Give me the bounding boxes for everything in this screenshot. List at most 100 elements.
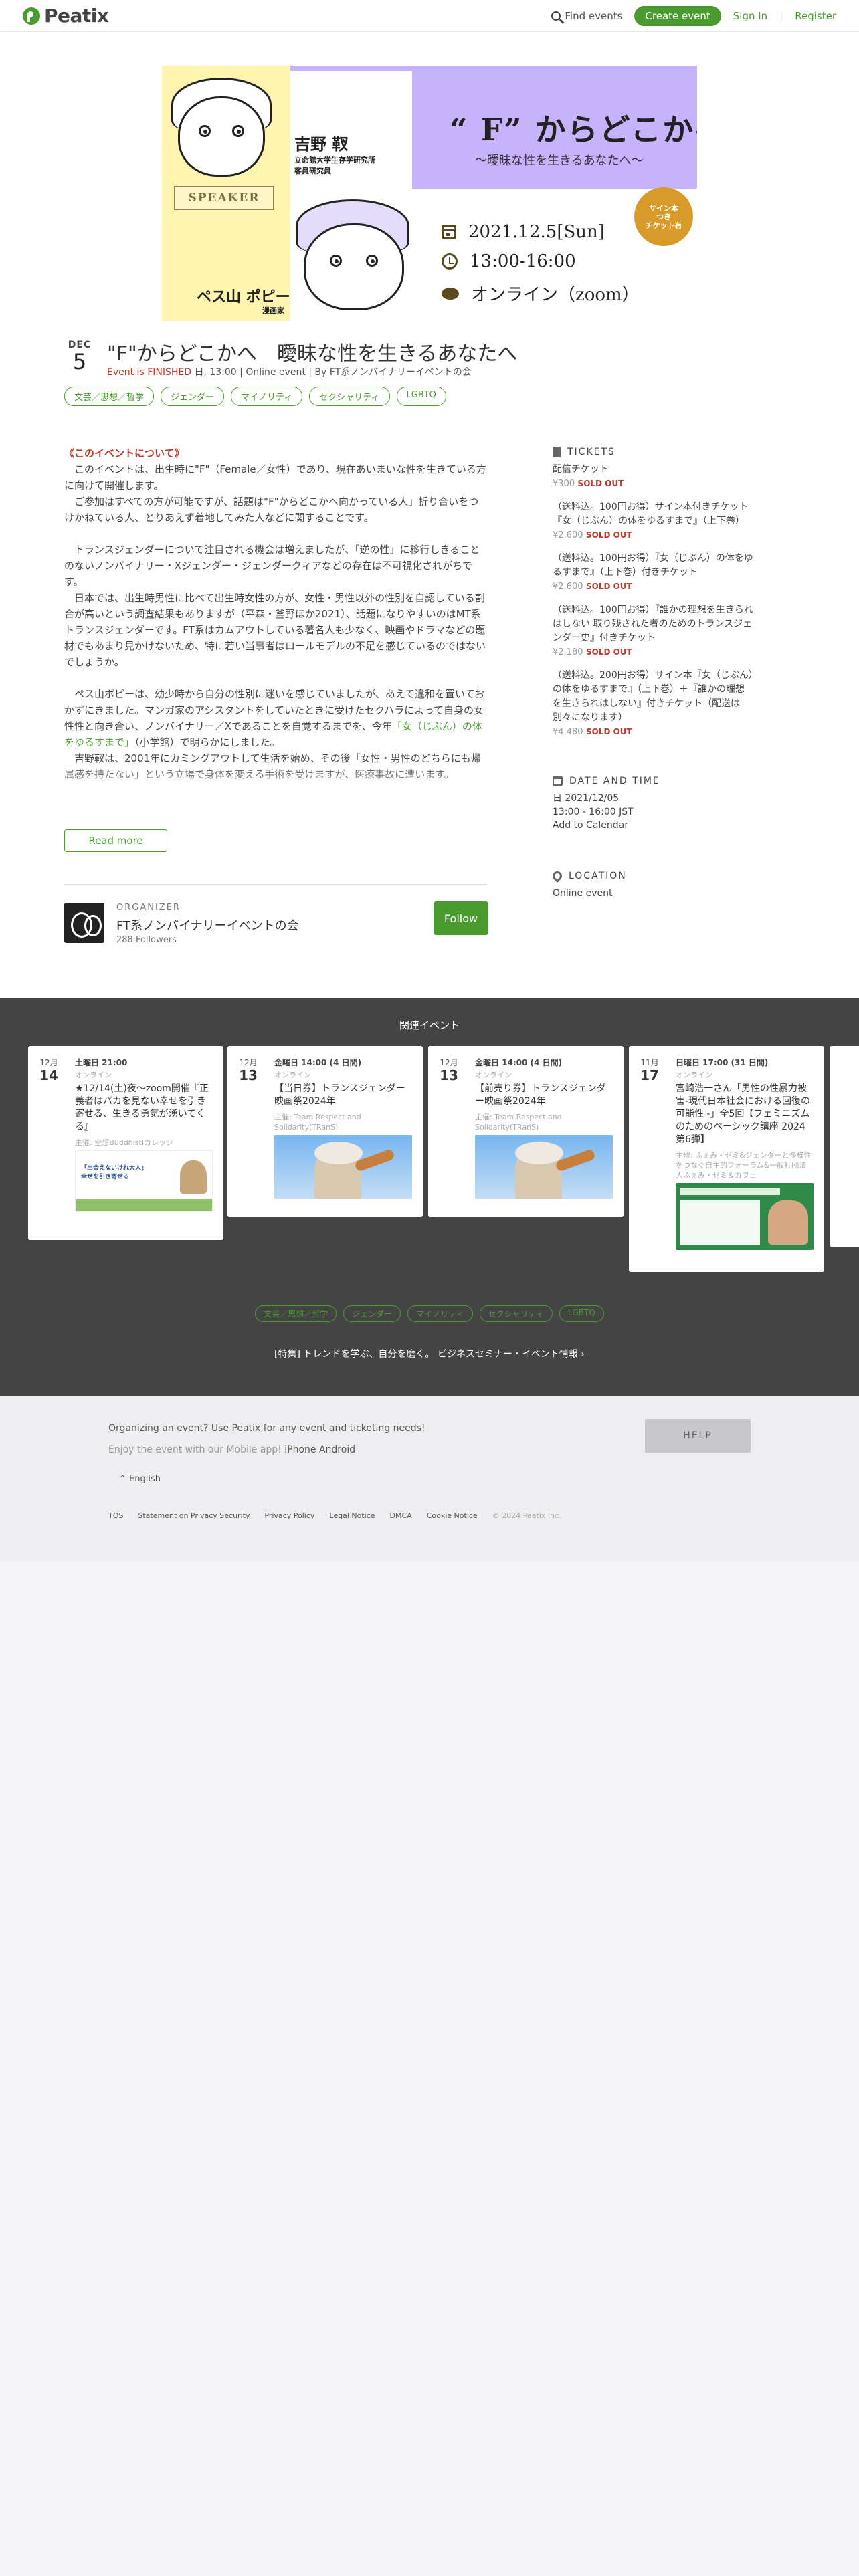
hero-info: 2021.12.5[Sun] 13:00-16:00 オンライン（zoom） — [442, 222, 640, 306]
footer-link[interactable]: Statement on Privacy Security — [138, 1511, 250, 1520]
footer: Organizing an event? Use Peatix for any … — [0, 1396, 859, 1561]
ticket-item: （送料込。200円お得）サイン本『女（じぶん）の体をゆるすまで』（上下巻）＋『誰… — [553, 669, 753, 739]
related-event-card[interactable]: 12月 13 金曜日 14:00 (4 日間) オンライン 【前売り券】トランス… — [428, 1046, 624, 1217]
poster-title-bar — [680, 1188, 780, 1195]
organizer-avatar[interactable] — [64, 903, 104, 943]
footer-link[interactable]: Cookie Notice — [427, 1511, 478, 1520]
tag-link[interactable]: マイノリティ — [407, 1305, 473, 1322]
description-paragraph: ご参加はすべての方が可能ですが、話題は"F"からどこかへ向かっている人」折り合い… — [64, 496, 479, 524]
speaker-affiliation: 立命館大学生存学研究所 客員研究員 — [294, 155, 375, 177]
ticket-name: （送料込。100円お得）『誰かの理想を生きられはしない 取り残された者のためのト… — [553, 605, 753, 643]
calendar-icon — [553, 776, 563, 786]
location-pin-icon — [551, 869, 564, 883]
event-time-line: 13:00 - 16:00 JST — [553, 807, 634, 817]
card-where: オンライン — [274, 1071, 311, 1079]
hero-time-row: 13:00-16:00 — [442, 251, 640, 272]
tag-link[interactable]: 文芸／思想／哲学 — [64, 387, 155, 406]
tag-link[interactable]: セクシャリティ — [309, 387, 390, 406]
tag-link[interactable]: LGBTQ — [559, 1305, 604, 1322]
clock-icon — [442, 253, 458, 270]
card-title: 【当日券】トランスジェンダー映画祭2024年 — [274, 1083, 405, 1107]
poster-person — [768, 1200, 808, 1245]
footer-link[interactable]: Legal Notice — [329, 1511, 375, 1520]
ticket-item: （送料込。100円お得）『女（じぶん）の体をゆるすまで』（上下巻）付きチケット … — [553, 552, 753, 594]
ticket-name: （送料込。100円お得）サイン本付きチケット『女（じぶん）の体をゆるすまで』（上… — [553, 502, 749, 526]
ticket-price: ¥4,480 — [553, 727, 583, 737]
footer-link[interactable]: TOS — [108, 1511, 123, 1520]
organizer-label: ORGANIZER — [116, 903, 181, 913]
ticket-status: SOLD OUT — [585, 530, 632, 540]
ticket-item: （送料込。100円お得）『誰かの理想を生きられはしない 取り残された者のためのト… — [553, 603, 753, 659]
speaker-affiliation-line: 客員研究員 — [294, 167, 331, 175]
thumbnail-person — [180, 1160, 207, 1194]
create-event-button[interactable]: Create event — [634, 6, 721, 26]
speaker-face-illustration — [178, 96, 265, 177]
card-month: 12月 — [239, 1058, 258, 1067]
carousel-edge-card — [830, 1046, 859, 1247]
ticket-icon — [553, 447, 561, 457]
event-cover-image: “ F” からどこかへ 〜曖昧な性を生きるあなたへ〜 吉野 靫 立命館大学生存学… — [162, 66, 697, 321]
description-paragraph: 日本では、出生時男性に比べて出生時女性の方が、女性・男性以外の性別を自認している… — [64, 592, 486, 668]
event-day: 5 — [72, 349, 87, 374]
related-event-card[interactable]: 12月 14 土曜日 21:00 オンライン ★12/14(土)夜～zoom開催… — [28, 1046, 223, 1240]
card-when: 土曜日 21:00 — [75, 1058, 128, 1067]
card-where: オンライン — [475, 1071, 512, 1079]
read-more-button[interactable]: Read more — [64, 829, 167, 852]
android-app-link[interactable]: Android — [319, 1444, 355, 1455]
location-value: Online event — [553, 888, 613, 899]
tag-link[interactable]: LGBTQ — [396, 387, 446, 406]
tag-link[interactable]: ジェンダー — [343, 1305, 401, 1322]
find-events-label: Find events — [565, 10, 623, 22]
register-link[interactable]: Register — [795, 10, 836, 22]
event-meta: Event is FINISHED 日, 13:00 | Online even… — [107, 365, 472, 379]
chevron-right-icon: › — [581, 1349, 585, 1360]
card-title: 宮崎浩一さん「男性の性暴力被害-現代日本社会における回復の可能性 -」全5回【フ… — [676, 1083, 811, 1145]
language-selector[interactable]: ⌃ English — [119, 1474, 161, 1484]
footer-link[interactable]: Privacy Policy — [264, 1511, 314, 1520]
tag-link[interactable]: ジェンダー — [161, 387, 225, 406]
ticket-status: SOLD OUT — [577, 479, 624, 488]
card-thumbnail — [676, 1183, 814, 1250]
organizer-name[interactable]: FT系ノンバイナリーイベントの会 — [116, 916, 299, 934]
nav-separator: | — [779, 10, 783, 22]
hero-time: 13:00-16:00 — [470, 251, 576, 272]
card-date: 12月 13 — [439, 1057, 459, 1083]
cloud-icon — [442, 287, 459, 300]
event-meta-text: 日, 13:00 | Online event | By FT系ノンバイナリーイ… — [191, 367, 472, 378]
host-eye-right — [366, 255, 378, 267]
card-title: 【前売り券】トランスジェンダー映画祭2024年 — [475, 1083, 606, 1107]
card-where: オンライン — [75, 1071, 112, 1079]
ticket-item: 配信チケット ¥300 SOLD OUT — [553, 463, 753, 491]
help-button[interactable]: HELP — [645, 1419, 751, 1453]
follow-button[interactable]: Follow — [434, 901, 488, 935]
ticket-price: ¥300 — [553, 479, 575, 489]
tickets-heading-label: TICKETS — [567, 447, 615, 457]
host-face-illustration — [304, 223, 404, 310]
ticket-price: ¥2,180 — [553, 647, 583, 657]
iphone-app-link[interactable]: iPhone — [284, 1444, 316, 1455]
tag-link[interactable]: マイノリティ — [231, 387, 303, 406]
special-feature-link[interactable]: [特集] トレンドを学ぶ、自分を磨く。 ビジネスセミナー・イベント情報 › — [0, 1347, 859, 1360]
event-status: Event is FINISHED — [107, 367, 192, 378]
card-date: 12月 13 — [238, 1057, 258, 1083]
copyright: © 2024 Peatix Inc. — [492, 1511, 561, 1520]
host-role: 漫画家 — [262, 306, 284, 315]
hero-date: 2021.12.5[Sun] — [468, 222, 605, 242]
sign-in-link[interactable]: Sign In — [733, 10, 767, 22]
hero-place: オンライン（zoom） — [471, 285, 640, 305]
related-event-card[interactable]: 12月 13 金曜日 14:00 (4 日間) オンライン 【当日券】トランスジ… — [227, 1046, 423, 1217]
card-day: 17 — [640, 1067, 659, 1083]
special-feature-label: [特集] トレンドを学ぶ、自分を磨く。 ビジネスセミナー・イベント情報 — [274, 1349, 578, 1360]
peatix-logo[interactable]: Peatix — [23, 5, 109, 27]
location-heading: LOCATION — [551, 869, 753, 883]
related-event-card[interactable]: 11月 17 日曜日 17:00 (31 日間) オンライン 宮崎浩一さん「男性… — [629, 1046, 824, 1272]
footer-link[interactable]: DMCA — [390, 1511, 412, 1520]
add-to-calendar-link[interactable]: Add to Calendar — [553, 819, 753, 832]
tag-link[interactable]: 文芸／思想／哲学 — [255, 1305, 337, 1322]
find-events-link[interactable]: Find events — [551, 10, 622, 22]
card-month: 12月 — [440, 1058, 458, 1067]
host-name: ペス山 ポピー — [197, 288, 290, 306]
tag-link[interactable]: セクシャリティ — [479, 1305, 553, 1322]
event-date-block: DEC 5 — [64, 340, 95, 373]
footer-organizing-text: Organizing an event? Use Peatix for any … — [108, 1423, 425, 1434]
